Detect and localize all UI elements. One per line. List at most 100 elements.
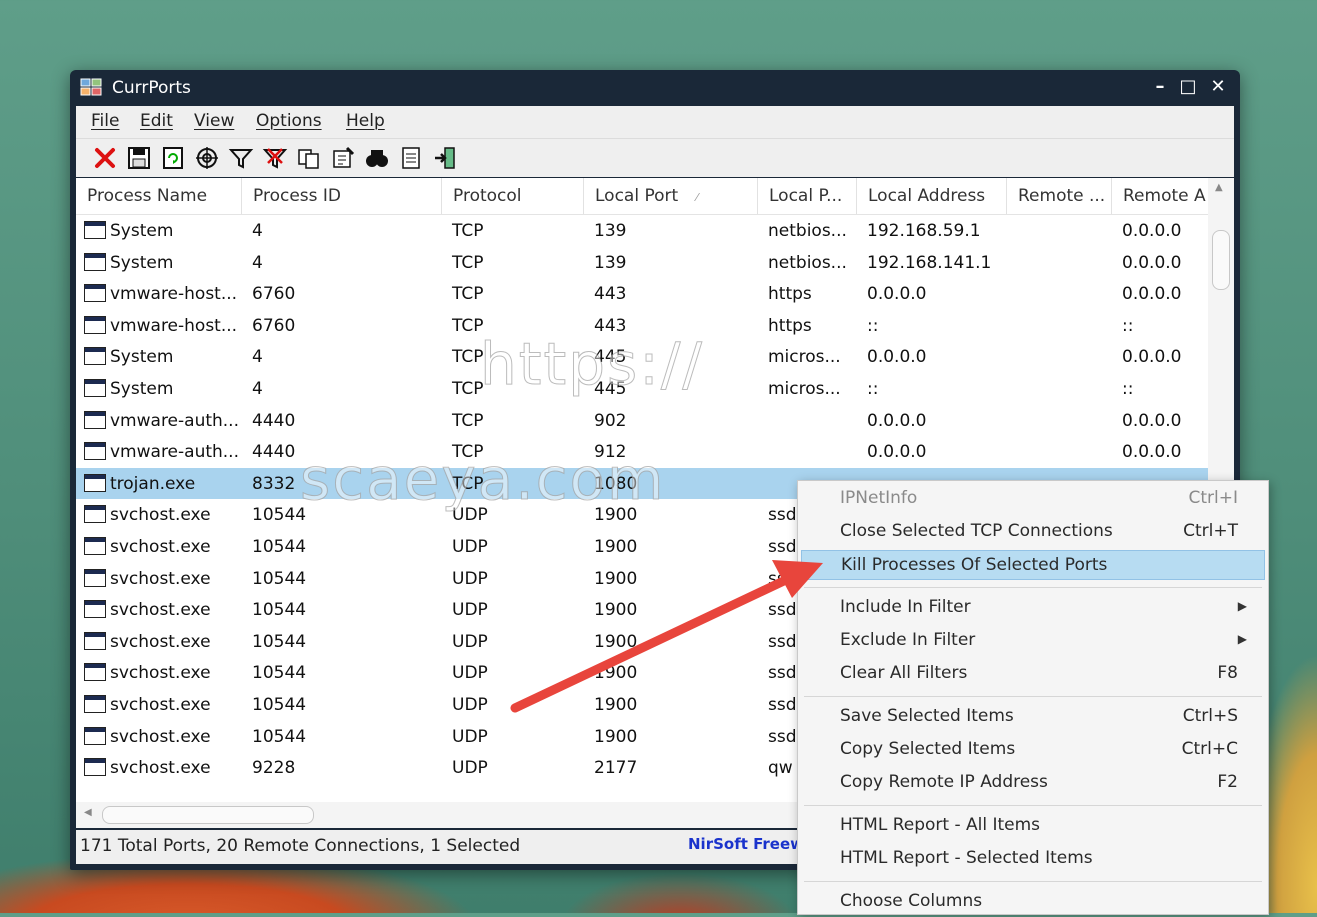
- column-header-remote-address[interactable]: Remote A: [1112, 178, 1212, 214]
- cell-name: svchost.exe: [110, 600, 211, 621]
- cell-lpname: netbios...: [768, 252, 847, 273]
- cell-port: 1900: [594, 537, 638, 557]
- cell-lpname: ss: [768, 568, 786, 589]
- column-header-local-port[interactable]: Local Port ⁄: [584, 178, 758, 214]
- table-row[interactable]: System 4 TCP 139 netbios... 192.168.141.1 0.0.…: [76, 247, 1208, 279]
- toolbar: [76, 139, 1234, 177]
- cell-pid: 10544: [252, 631, 307, 652]
- scroll-up-arrow-icon[interactable]: ▲: [1215, 182, 1223, 193]
- context-menu-item-copy-remote-ip-address[interactable]: Copy Remote IP Address F2: [801, 768, 1265, 798]
- column-header-local-address[interactable]: Local Address: [857, 178, 1007, 214]
- menu-help[interactable]: Help: [346, 111, 385, 131]
- cell-port: 443: [594, 284, 627, 305]
- background-red-shape: [560, 873, 800, 913]
- context-menu-item-label: HTML Report - All Items: [840, 815, 1041, 835]
- context-menu-item-include-in-filter[interactable]: Include In Filter ▶: [801, 593, 1265, 623]
- menu-options[interactable]: Options: [256, 111, 322, 131]
- context-menu-item-clear-all-filters[interactable]: Clear All Filters F8: [801, 659, 1265, 689]
- nirsoft-link[interactable]: NirSoft Freew: [688, 835, 804, 853]
- cell-name: trojan.exe: [110, 473, 196, 494]
- context-menu-item-html-report-selected-items[interactable]: HTML Report - Selected Items: [801, 844, 1265, 874]
- close-connections-icon[interactable]: [92, 145, 118, 171]
- context-menu-item-html-report-all-items[interactable]: HTML Report - All Items: [801, 811, 1265, 841]
- process-window-icon: [84, 695, 106, 713]
- close-window-button[interactable]: ✕: [1206, 76, 1230, 98]
- cell-laddr: ::: [867, 315, 879, 336]
- cell-pid: 6760: [252, 315, 296, 336]
- horizontal-scroll-thumb[interactable]: [102, 806, 314, 824]
- options-icon[interactable]: [330, 145, 356, 171]
- cell-port: 902: [594, 410, 627, 431]
- cell-raddr: ::: [1122, 379, 1134, 399]
- maximize-button[interactable]: □: [1176, 76, 1200, 98]
- context-menu-item-label: HTML Report - Selected Items: [840, 848, 1093, 868]
- cell-pid: 10544: [252, 505, 307, 526]
- cell-raddr: 0.0.0.0: [1122, 410, 1182, 431]
- process-window-icon: [84, 473, 106, 492]
- vertical-scroll-thumb[interactable]: [1212, 230, 1230, 290]
- table-row[interactable]: System 4 TCP 139 netbios... 192.168.59.1 0.0.0…: [76, 215, 1208, 247]
- filter-icon[interactable]: [228, 145, 254, 171]
- cell-name: svchost.exe: [110, 537, 211, 557]
- cell-laddr: 192.168.141.1: [867, 252, 992, 273]
- cell-lpname: ssd: [768, 631, 797, 652]
- context-menu-item-copy-selected-items[interactable]: Copy Selected Items Ctrl+C: [801, 735, 1265, 765]
- context-menu-item-ipnetinfo[interactable]: IPNetInfo Ctrl+I: [801, 484, 1265, 514]
- column-header-remote-port[interactable]: Remote ...: [1007, 178, 1112, 214]
- cell-proto: UDP: [452, 600, 488, 621]
- context-menu-item-save-selected-items[interactable]: Save Selected Items Ctrl+S: [801, 702, 1265, 732]
- cell-name: vmware-host...: [110, 315, 238, 336]
- context-menu-item-label: Kill Processes Of Selected Ports: [841, 555, 1108, 575]
- column-header-process-id[interactable]: Process ID: [242, 178, 442, 214]
- cell-lpname: ssd: [768, 663, 797, 684]
- cell-lpname: qw: [768, 758, 793, 779]
- watermark-line2: scaeya.com: [300, 445, 666, 514]
- refresh-icon[interactable]: [160, 145, 186, 171]
- context-menu-shortcut: Ctrl+S: [1182, 706, 1238, 726]
- title-bar[interactable]: CurrPorts – □ ✕: [70, 70, 1240, 106]
- cell-pid: 10544: [252, 695, 307, 715]
- column-header-protocol[interactable]: Protocol: [442, 178, 584, 214]
- properties-target-icon[interactable]: [194, 145, 220, 171]
- scroll-left-arrow-icon[interactable]: ◀: [84, 807, 92, 818]
- cell-port: 2177: [594, 758, 638, 779]
- menu-file[interactable]: File: [91, 111, 119, 131]
- submenu-arrow-icon: ▶: [1237, 599, 1247, 613]
- find-icon[interactable]: [364, 145, 390, 171]
- menu-edit[interactable]: Edit: [140, 111, 173, 131]
- process-window-icon: [84, 284, 106, 303]
- menu-view[interactable]: View: [194, 111, 234, 131]
- menu-separator: [804, 696, 1262, 697]
- cell-proto: UDP: [452, 537, 488, 557]
- column-header-process-name[interactable]: Process Name: [76, 178, 242, 214]
- column-header-local-port-name[interactable]: Local P...: [758, 178, 857, 214]
- save-icon[interactable]: [126, 145, 152, 171]
- cell-proto: TCP: [452, 284, 484, 305]
- context-menu-item-label: Include In Filter: [840, 597, 971, 617]
- table-row[interactable]: vmware-auth... 4440 TCP 902 0.0.0.0 0.0.0.0: [76, 405, 1208, 437]
- report-icon[interactable]: [398, 145, 424, 171]
- copy-icon[interactable]: [296, 145, 322, 171]
- table-row[interactable]: vmware-host... 6760 TCP 443 https 0.0.0.0 0.0.…: [76, 278, 1208, 310]
- cell-proto: TCP: [452, 410, 484, 431]
- cell-name: svchost.exe: [110, 726, 211, 747]
- cell-port: 1900: [594, 663, 638, 684]
- cell-pid: 9228: [252, 758, 296, 779]
- cell-name: vmware-auth...: [110, 410, 239, 431]
- context-menu-item-close-selected-tcp-connections[interactable]: Close Selected TCP Connections Ctrl+T: [801, 517, 1265, 547]
- context-menu-shortcut: F8: [1217, 663, 1238, 683]
- context-menu-item-label: Close Selected TCP Connections: [840, 521, 1113, 541]
- cell-proto: UDP: [452, 663, 488, 684]
- clear-filter-icon[interactable]: [262, 145, 288, 171]
- context-menu-shortcut: Ctrl+T: [1183, 521, 1238, 541]
- exit-icon[interactable]: [432, 145, 458, 171]
- menu-bar: File Edit View Options Help: [76, 106, 1234, 139]
- process-window-icon: [84, 315, 106, 334]
- cell-proto: TCP: [452, 379, 484, 399]
- minimize-button[interactable]: –: [1148, 76, 1172, 98]
- context-menu: IPNetInfo Ctrl+I Close Selected TCP Connec…: [797, 480, 1269, 915]
- cell-port: 1900: [594, 568, 638, 589]
- context-menu-item-kill-processes-of-selected-ports[interactable]: Kill Processes Of Selected Ports: [801, 550, 1265, 580]
- cell-pid: 4: [252, 221, 263, 241]
- context-menu-item-exclude-in-filter[interactable]: Exclude In Filter ▶: [801, 626, 1265, 656]
